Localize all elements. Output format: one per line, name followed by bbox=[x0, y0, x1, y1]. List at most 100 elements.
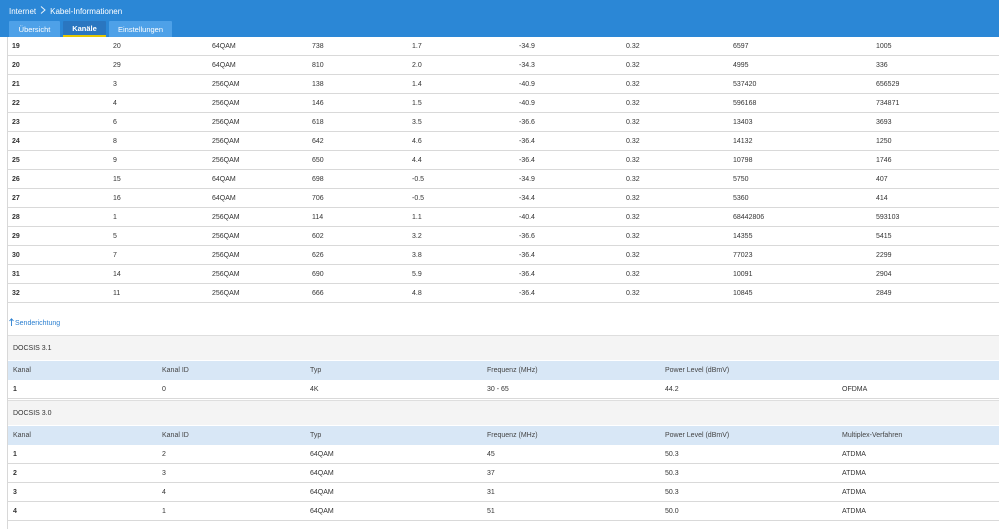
column-header: Kanal ID bbox=[162, 367, 189, 374]
table-cell: 3 bbox=[13, 488, 17, 496]
table-cell: 738 bbox=[312, 42, 324, 50]
table-cell: 37 bbox=[487, 469, 495, 477]
table-cell: 0.32 bbox=[626, 175, 640, 183]
table-header-row: Kanal Kanal ID Typ Frequenz (MHz) Power Leve… bbox=[8, 361, 999, 380]
table-cell: 0.32 bbox=[626, 42, 640, 50]
table-cell: 2299 bbox=[876, 251, 892, 259]
table-cell: 13403 bbox=[733, 118, 753, 126]
table-cell: -34.3 bbox=[519, 61, 535, 69]
table-cell: 2 bbox=[162, 450, 166, 458]
table-cell: 30 bbox=[12, 251, 20, 259]
table-cell: 10091 bbox=[733, 270, 753, 278]
table-row: 25 9 256QAM 650 4.4 -36.4 0.32 10798 1746 bbox=[8, 151, 999, 170]
table-cell: 4 bbox=[113, 99, 117, 107]
table-cell: 706 bbox=[312, 194, 324, 202]
table-cell: 5 bbox=[113, 232, 117, 240]
table-cell: -34.4 bbox=[519, 194, 535, 202]
table-cell: 618 bbox=[312, 118, 324, 126]
table-cell: 26 bbox=[12, 175, 20, 183]
table-cell: 64QAM bbox=[310, 450, 334, 458]
table-cell: 5.9 bbox=[412, 270, 422, 278]
table-cell: ATDMA bbox=[842, 450, 866, 458]
table-cell: 256QAM bbox=[212, 99, 240, 107]
table-cell: 64QAM bbox=[212, 61, 236, 69]
tab-einstellungen[interactable]: Einstellungen bbox=[109, 21, 172, 37]
channels-content: 19 20 64QAM 738 1.7 -34.9 0.32 6597 1005 20 29 64QA… bbox=[7, 37, 999, 529]
table-cell: 4.8 bbox=[412, 289, 422, 297]
upstream-link[interactable]: Senderichtung bbox=[9, 318, 60, 328]
table-row: 1 0 4K 30 - 65 44.2 OFDMA bbox=[8, 380, 999, 399]
table-cell: 0.32 bbox=[626, 156, 640, 164]
docsis30-title: DOCSIS 3.0 bbox=[8, 400, 999, 425]
table-cell: 1.5 bbox=[412, 99, 422, 107]
table-cell: 1005 bbox=[876, 42, 892, 50]
table-cell: 414 bbox=[876, 194, 888, 202]
table-cell: 256QAM bbox=[212, 289, 240, 297]
table-cell: 146 bbox=[312, 99, 324, 107]
table-cell: 3.5 bbox=[412, 118, 422, 126]
table-cell: 30 - 65 bbox=[487, 385, 509, 393]
table-cell: 4.6 bbox=[412, 137, 422, 145]
table-cell: -34.9 bbox=[519, 42, 535, 50]
table-row: 4 1 64QAM 51 50.0 ATDMA bbox=[8, 502, 999, 521]
column-header: Typ bbox=[310, 367, 322, 374]
docsis30-title-text: DOCSIS 3.0 bbox=[13, 409, 52, 417]
table-row: 31 14 256QAM 690 5.9 -36.4 0.32 10091 2904 bbox=[8, 265, 999, 284]
table-cell: 407 bbox=[876, 175, 888, 183]
table-cell: -40.9 bbox=[519, 80, 535, 88]
table-cell: -36.4 bbox=[519, 270, 535, 278]
table-cell: 1 bbox=[13, 450, 17, 458]
table-cell: -36.4 bbox=[519, 137, 535, 145]
table-cell: 16 bbox=[113, 194, 121, 202]
chevron-right-icon bbox=[40, 6, 46, 16]
table-cell: 14 bbox=[113, 270, 121, 278]
table-cell: 25 bbox=[12, 156, 20, 164]
table-cell: 32 bbox=[12, 289, 20, 297]
tab-kanaele[interactable]: Kanäle bbox=[63, 21, 106, 37]
table-cell: 1 bbox=[162, 507, 166, 515]
table-row: 22 4 256QAM 146 1.5 -40.9 0.32 596168 734871 bbox=[8, 94, 999, 113]
table-cell: 77023 bbox=[733, 251, 753, 259]
table-row: 29 5 256QAM 602 3.2 -36.6 0.32 14355 5415 bbox=[8, 227, 999, 246]
table-cell: 14355 bbox=[733, 232, 753, 240]
table-cell: 0 bbox=[162, 385, 166, 393]
table-row: 32 11 256QAM 666 4.8 -36.4 0.32 10845 2849 bbox=[8, 284, 999, 303]
table-cell: 50.0 bbox=[665, 507, 679, 515]
table-cell: 593103 bbox=[876, 213, 900, 221]
table-cell: 50.3 bbox=[665, 488, 679, 496]
column-header: Frequenz (MHz) bbox=[487, 367, 538, 374]
table-cell: 0.32 bbox=[626, 289, 640, 297]
column-header: Power Level (dBmV) bbox=[665, 432, 730, 439]
table-cell: 22 bbox=[12, 99, 20, 107]
tab-uebersicht[interactable]: Übersicht bbox=[9, 21, 60, 37]
table-row: 1 2 64QAM 45 50.3 ATDMA bbox=[8, 445, 999, 464]
table-cell: 2904 bbox=[876, 270, 892, 278]
table-cell: 4995 bbox=[733, 61, 749, 69]
table-cell: 4 bbox=[162, 488, 166, 496]
table-cell: 0.32 bbox=[626, 270, 640, 278]
breadcrumb-internet[interactable]: Internet bbox=[9, 7, 36, 16]
table-cell: 14132 bbox=[733, 137, 753, 145]
table-cell: 64QAM bbox=[212, 175, 236, 183]
table-cell: 50.3 bbox=[665, 469, 679, 477]
table-cell: 698 bbox=[312, 175, 324, 183]
table-cell: 690 bbox=[312, 270, 324, 278]
table-cell: 256QAM bbox=[212, 137, 240, 145]
table-cell: 10798 bbox=[733, 156, 753, 164]
table-cell: 256QAM bbox=[212, 156, 240, 164]
table-cell: -0.5 bbox=[412, 194, 425, 202]
table-cell: -36.6 bbox=[519, 232, 535, 240]
table-cell: 64QAM bbox=[310, 488, 334, 496]
table-cell: 23 bbox=[12, 118, 20, 126]
table-cell: 0.32 bbox=[626, 251, 640, 259]
table-cell: 4 bbox=[13, 507, 17, 515]
table-cell: 1 bbox=[113, 213, 117, 221]
table-cell: -36.4 bbox=[519, 156, 535, 164]
table-cell: 602 bbox=[312, 232, 324, 240]
table-header-row: Kanal Kanal ID Typ Frequenz (MHz) Power Leve… bbox=[8, 426, 999, 445]
table-cell: 45 bbox=[487, 450, 495, 458]
table-cell: 666 bbox=[312, 289, 324, 297]
table-cell: 256QAM bbox=[212, 270, 240, 278]
table-cell: 2849 bbox=[876, 289, 892, 297]
table-cell: 810 bbox=[312, 61, 324, 69]
